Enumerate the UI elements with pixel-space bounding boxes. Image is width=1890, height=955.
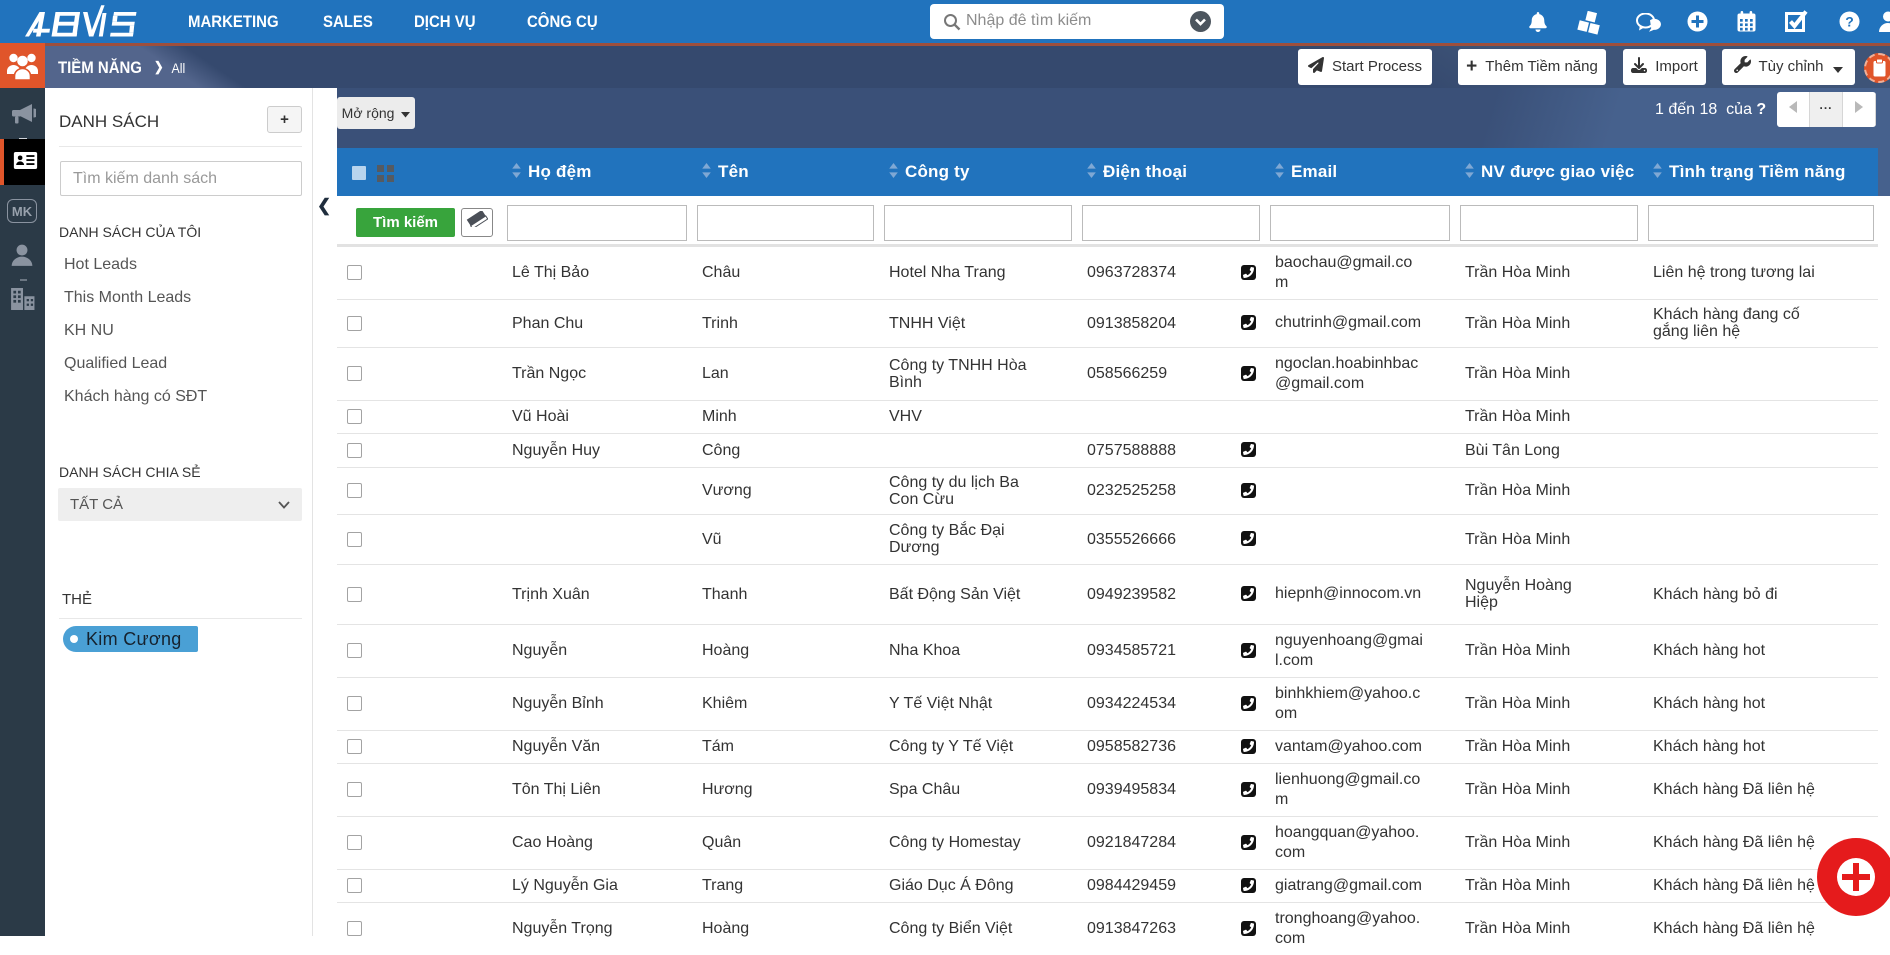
svg-text:?: ?: [1845, 14, 1854, 30]
